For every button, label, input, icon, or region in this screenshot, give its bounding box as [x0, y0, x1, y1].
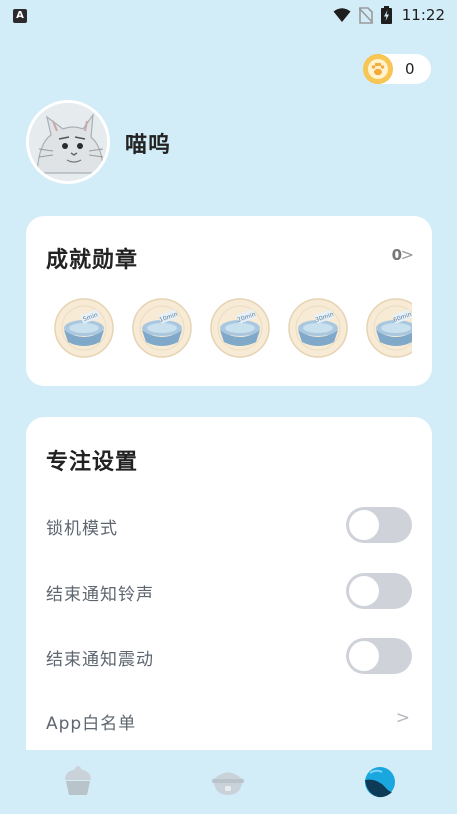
toggle-knob: [349, 510, 379, 540]
status-icons: 11:22: [333, 6, 445, 24]
battery-charging-icon: [380, 6, 392, 24]
username: 喵呜: [125, 133, 172, 158]
status-bar: A 11:22: [0, 0, 457, 32]
bottom-nav: [0, 750, 457, 814]
setting-row-end-sound: 结束通知铃声: [46, 571, 412, 611]
cupcake-icon: [65, 766, 91, 795]
setting-row-lock-mode: 锁机模式: [46, 505, 412, 545]
nav-cupcake[interactable]: [60, 764, 96, 800]
end-vibration-toggle[interactable]: [346, 638, 412, 674]
nav-profile[interactable]: [362, 764, 398, 800]
end-sound-toggle[interactable]: [346, 573, 412, 609]
no-sim-icon: [358, 6, 373, 24]
cat-avatar-icon: [29, 103, 107, 181]
chevron-right-icon: >: [395, 708, 410, 728]
achievements-title: 成就勋章: [46, 248, 139, 273]
coin-count: 0: [405, 60, 415, 78]
setting-label: App白名单: [46, 714, 137, 734]
achievements-card[interactable]: 成就勋章 0 > 5min 10min 20min 30min 60min: [26, 216, 432, 386]
bowl-icon: [212, 772, 244, 795]
coin-balance[interactable]: 0: [363, 54, 431, 84]
notification-icon: A: [13, 9, 27, 23]
medal-icon[interactable]: 5min: [54, 298, 114, 358]
setting-row-app-whitelist[interactable]: App白名单 >: [46, 700, 412, 740]
medal-icon[interactable]: 10min: [132, 298, 192, 358]
setting-row-end-vibration: 结束通知震动: [46, 636, 412, 676]
medal-icon[interactable]: 60min: [366, 298, 412, 358]
nav-bowl[interactable]: [210, 764, 246, 800]
paw-coin-icon: [363, 54, 393, 84]
lock-mode-toggle[interactable]: [346, 507, 412, 543]
chevron-right-icon[interactable]: >: [401, 245, 414, 264]
focus-settings-card: 专注设置 锁机模式 结束通知铃声 结束通知震动 App白名单 >: [26, 417, 432, 767]
setting-label: 结束通知震动: [46, 650, 154, 670]
setting-label: 结束通知铃声: [46, 585, 154, 605]
focus-settings-title: 专注设置: [46, 450, 139, 475]
avatar[interactable]: [26, 100, 110, 184]
wifi-icon: [333, 8, 351, 22]
medal-icon[interactable]: 30min: [288, 298, 348, 358]
setting-label: 锁机模式: [46, 519, 118, 539]
medal-icon[interactable]: 20min: [210, 298, 270, 358]
status-time: 11:22: [401, 6, 445, 24]
planet-icon: [365, 767, 395, 798]
medal-list: 5min 10min 20min 30min 60min: [54, 298, 412, 360]
toggle-knob: [349, 641, 379, 671]
toggle-knob: [349, 576, 379, 606]
